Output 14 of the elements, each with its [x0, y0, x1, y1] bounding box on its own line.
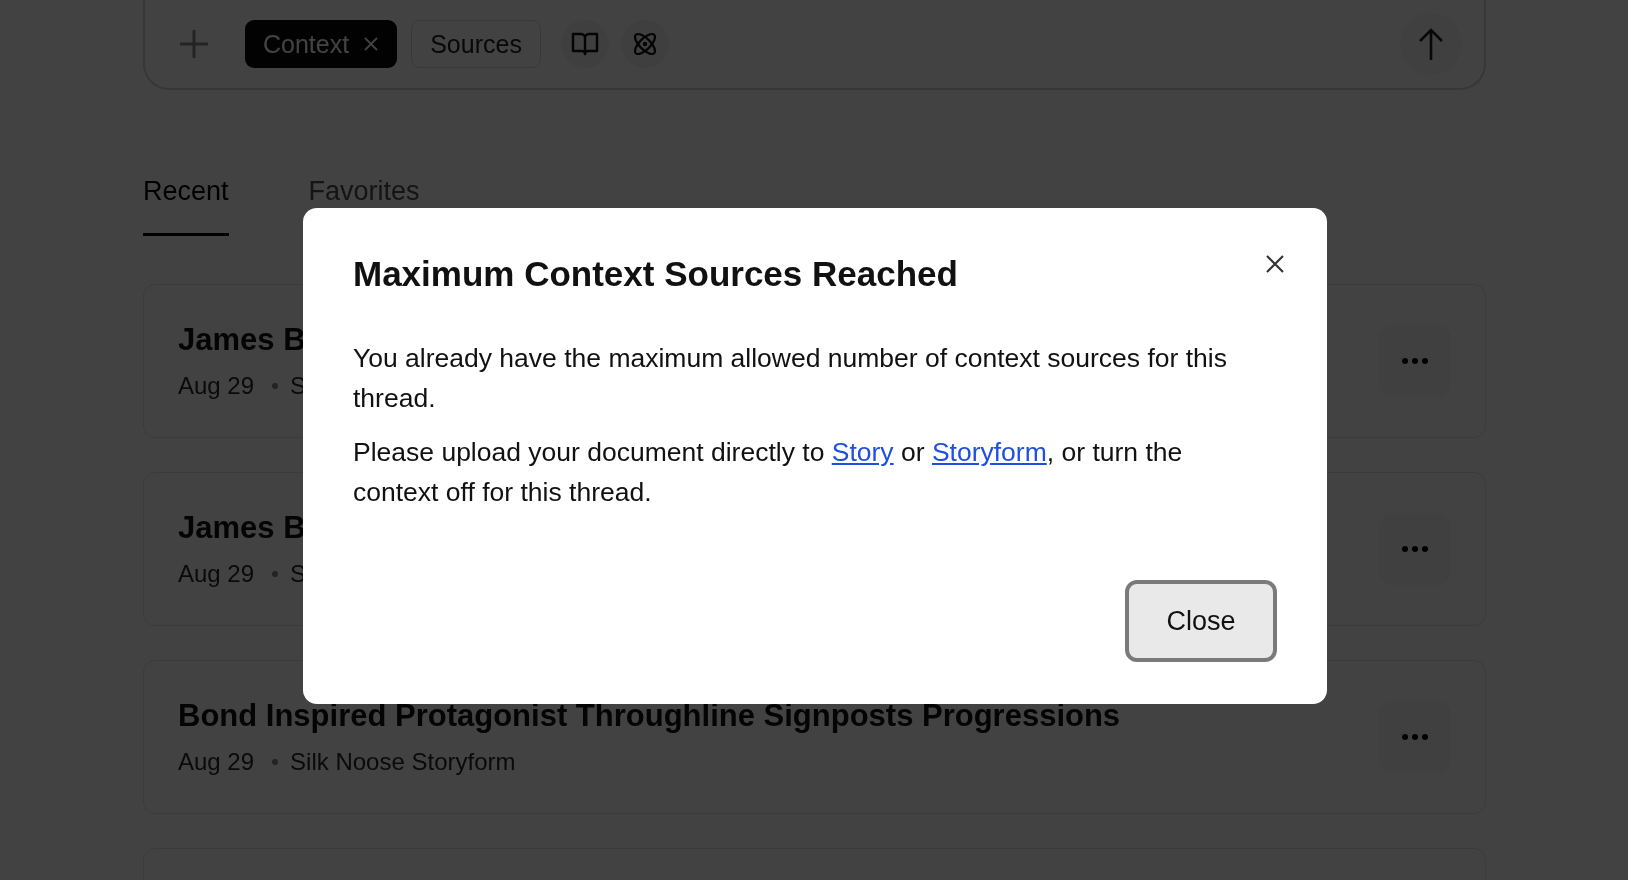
thread-source: Silk Noose Storyform: [290, 748, 516, 776]
dialog-message: Please upload your document directly to Story or Storyform, or turn the context off for this thread.: [353, 436, 1184, 509]
link[interactable]: Storyform: [931, 437, 1047, 467]
close-icon: [1265, 254, 1285, 274]
thread-title: James B: [178, 510, 306, 546]
thread-date: Aug 29: [178, 560, 255, 588]
thread-title: Bond Inspired Protagonist Throughline Signposts Progressions: [178, 698, 1121, 734]
thread-date: Aug 29: [178, 748, 255, 776]
link[interactable]: Story: [831, 437, 894, 467]
thread-title: James B: [178, 322, 306, 358]
thread-date: Aug 29: [178, 372, 255, 400]
close-button[interactable]: Close: [1125, 580, 1277, 662]
dialog-message: You already have the maximum allowed number of context sources for this thread.: [353, 342, 1228, 415]
dialog-title: Maximum Context Sources Reached: [353, 254, 958, 294]
